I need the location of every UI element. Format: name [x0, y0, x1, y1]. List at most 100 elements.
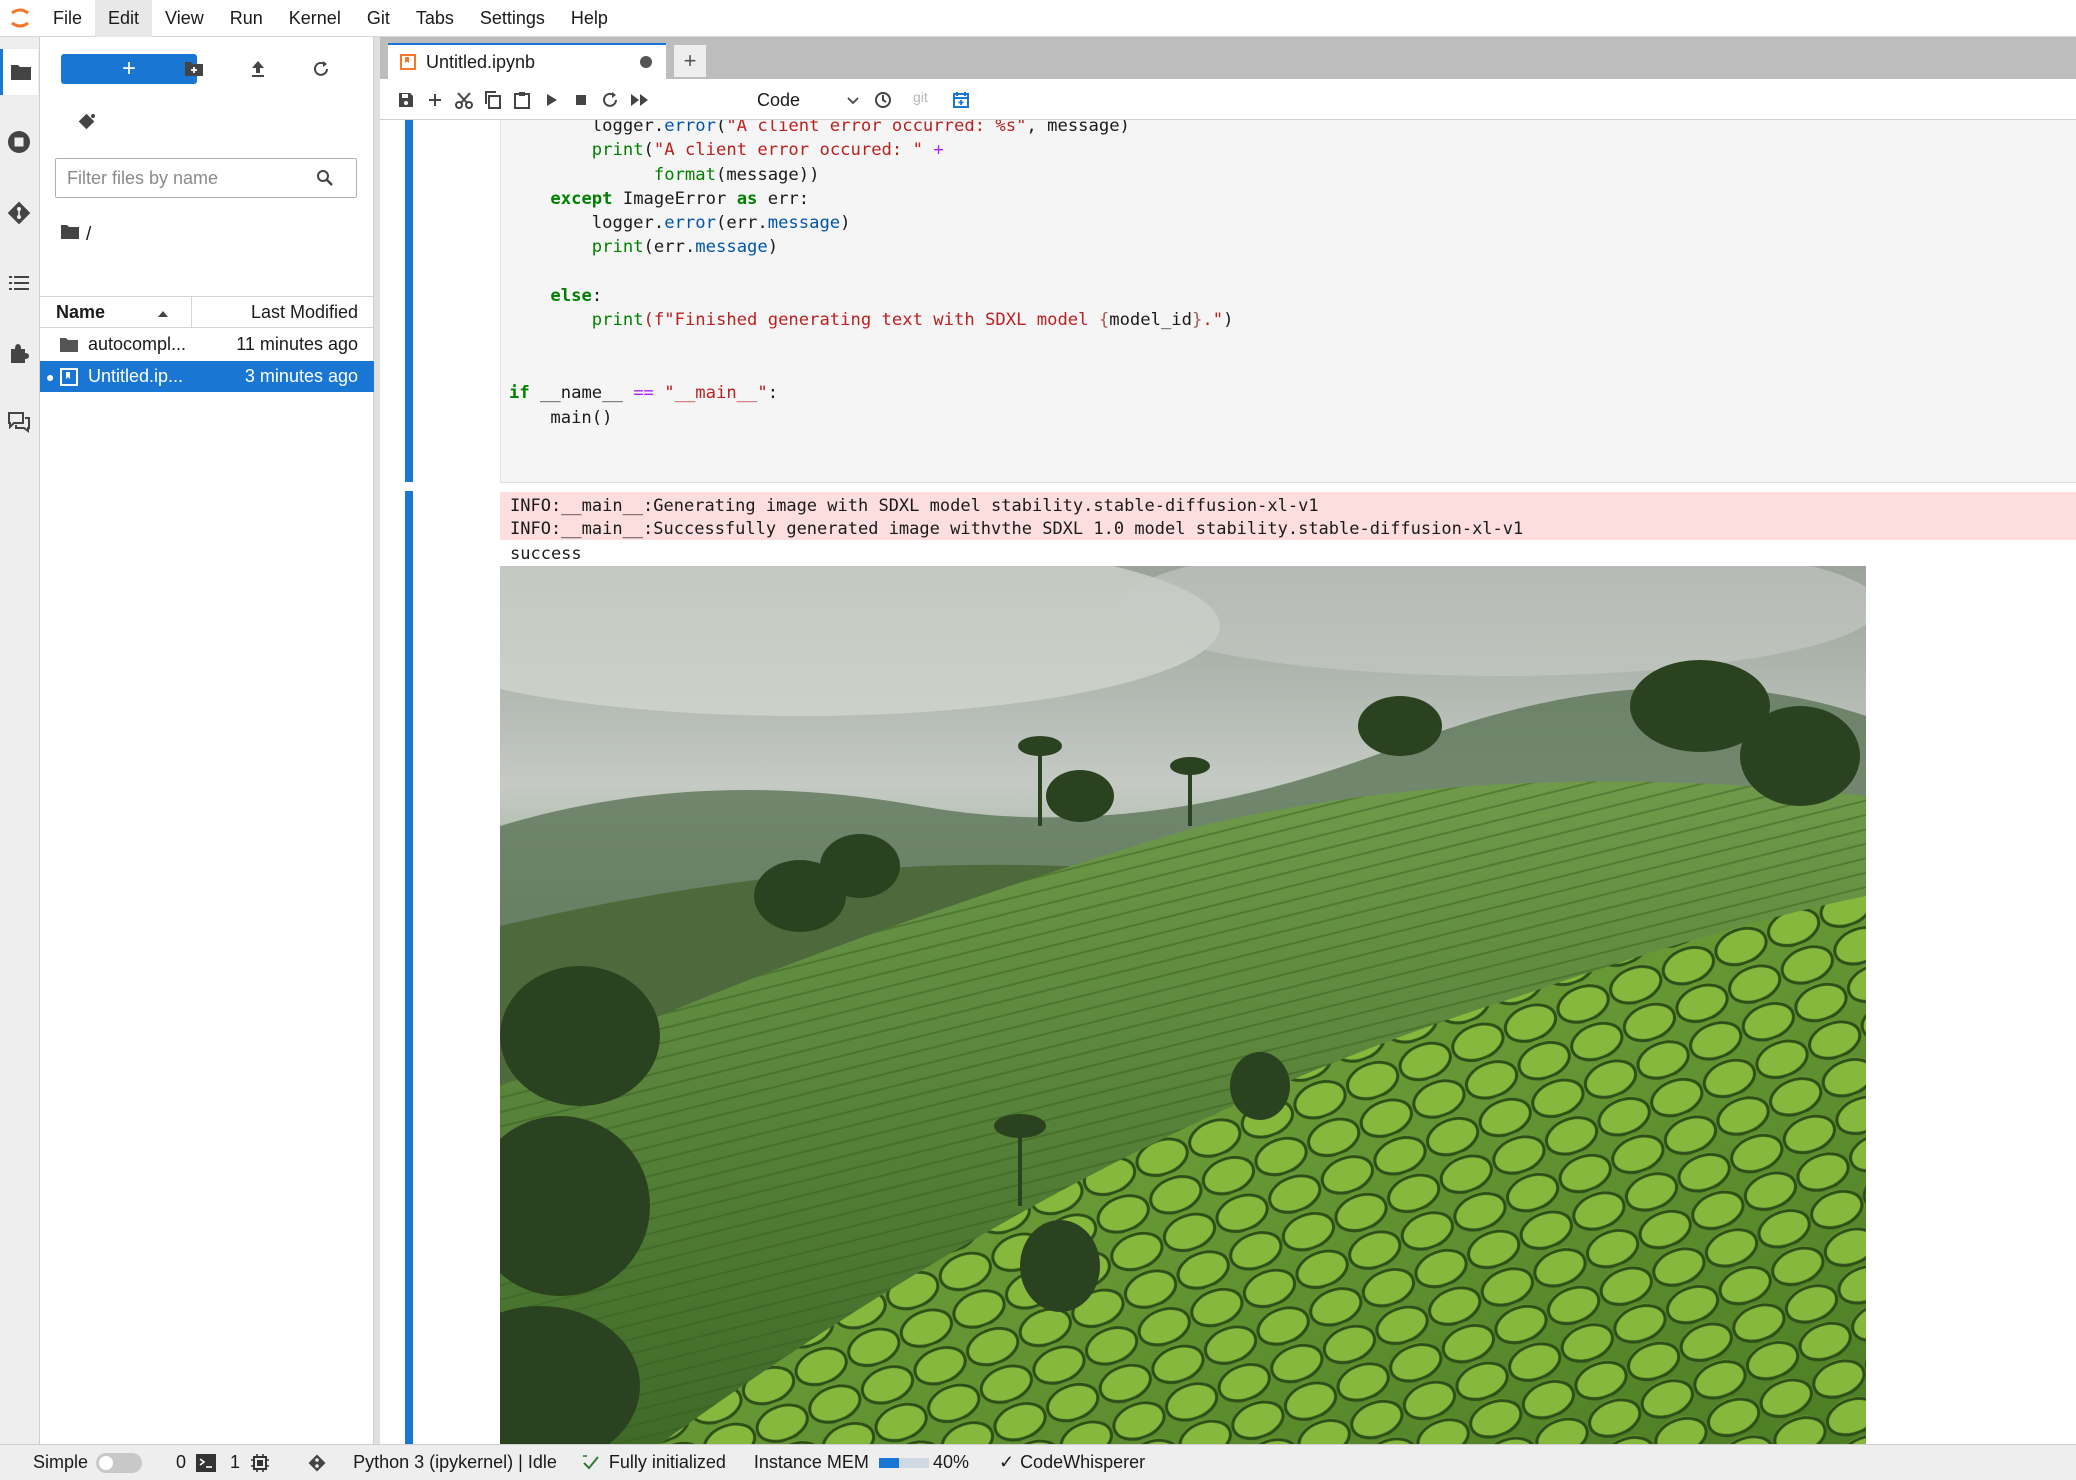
- simple-mode-toggle[interactable]: Simple: [33, 1452, 143, 1473]
- tab-untitled-notebook[interactable]: Untitled.ipynb: [388, 43, 666, 79]
- running-sessions-icon[interactable]: [0, 119, 38, 165]
- stderr-text: INFO:__main__:Generating image with SDXL…: [510, 496, 1524, 539]
- interrupt-kernel-icon[interactable]: [566, 85, 596, 115]
- git-branch-icon[interactable]: [306, 1452, 328, 1474]
- menu-tabs[interactable]: Tabs: [403, 0, 467, 37]
- chevron-down-icon: [846, 90, 860, 111]
- cell-type-dropdown[interactable]: Code: [748, 85, 860, 115]
- document-tab-bar: Untitled.ipynb +: [380, 37, 2076, 79]
- code-line[interactable]: logger.error(err.message): [509, 211, 1233, 235]
- clock-icon[interactable]: [868, 85, 898, 115]
- code-token: (err.: [643, 237, 696, 258]
- code-line[interactable]: print(err.message): [509, 235, 1233, 259]
- git-diff-label[interactable]: git: [913, 89, 928, 105]
- breadcrumb-root[interactable]: /: [86, 224, 91, 246]
- file-modified: 11 minutes ago: [236, 334, 358, 354]
- code-token: else: [550, 286, 592, 307]
- file-row[interactable]: autocompl... 11 minutes ago: [40, 329, 374, 360]
- extensions-puzzle-icon[interactable]: [0, 330, 38, 376]
- running-dot-icon: ●: [46, 368, 55, 385]
- menu-run[interactable]: Run: [217, 0, 276, 37]
- code-cell-editor[interactable]: logger. error ("A client error occurred: %…: [500, 120, 2076, 483]
- home-folder-icon[interactable]: [60, 224, 80, 246]
- schedule-calendar-icon[interactable]: [946, 85, 976, 115]
- code-token: __name__: [529, 383, 634, 404]
- table-of-contents-icon[interactable]: [0, 260, 38, 306]
- code-token: +: [933, 140, 944, 161]
- sort-ascending-icon: [157, 297, 169, 327]
- name-column-header[interactable]: Name: [40, 297, 192, 327]
- code-content[interactable]: logger. error ("A client error occurred: %…: [509, 120, 1233, 430]
- code-line[interactable]: else:: [509, 284, 1233, 308]
- code-line[interactable]: [509, 260, 1233, 284]
- code-line[interactable]: format(message)): [509, 163, 1233, 187]
- menu-view[interactable]: View: [152, 0, 217, 37]
- code-line[interactable]: logger.error("A client error occurred: %…: [509, 120, 1233, 138]
- simple-mode-label: Simple: [33, 1452, 89, 1472]
- menu-help[interactable]: Help: [558, 0, 621, 37]
- code-token: "A client error occurred: %s": [726, 120, 1027, 136]
- code-line[interactable]: if __name__ == "__main__":: [509, 381, 1233, 405]
- insert-cell-icon[interactable]: [420, 85, 450, 115]
- run-cell-icon[interactable]: [537, 85, 567, 115]
- save-icon[interactable]: [391, 85, 421, 115]
- code-token: "__main__": [664, 383, 768, 404]
- code-token: (: [715, 120, 727, 136]
- code-token: logger.: [509, 120, 665, 136]
- copy-icon[interactable]: [478, 85, 508, 115]
- upload-icon[interactable]: [241, 54, 275, 84]
- git-icon[interactable]: [0, 190, 38, 236]
- git-clone-icon[interactable]: [70, 105, 104, 139]
- name-column-label: Name: [56, 302, 106, 322]
- code-line[interactable]: [509, 357, 1233, 381]
- code-line[interactable]: main(): [509, 406, 1233, 430]
- filter-files-field[interactable]: [55, 158, 357, 198]
- code-line[interactable]: print("A client error occured: " +: [509, 138, 1233, 162]
- memory-bar-fill: [878, 1457, 899, 1468]
- filter-files-input[interactable]: [56, 167, 316, 189]
- lsp-status-text: Fully initialized: [608, 1452, 726, 1472]
- menu-bar: File Edit View Run Kernel Git Tabs Setti…: [0, 0, 2076, 37]
- terminals-count[interactable]: 0: [176, 1452, 217, 1473]
- kernel-status[interactable]: Python 3 (ipykernel) | Idle: [353, 1452, 557, 1473]
- menu-kernel[interactable]: Kernel: [276, 0, 354, 37]
- toggle-switch[interactable]: [96, 1452, 143, 1473]
- menu-git[interactable]: Git: [354, 0, 403, 37]
- terminals-count-value: 0: [176, 1452, 187, 1472]
- code-token: :: [591, 286, 603, 307]
- code-token: error: [664, 213, 716, 234]
- plus-icon: +: [683, 48, 697, 73]
- status-bar: Simple 0 1 Python 3 (ipykernel) | Idle F…: [0, 1444, 2076, 1480]
- new-tab-button[interactable]: +: [674, 45, 706, 77]
- file-browser-panel: + / Name Last Modified: [40, 37, 374, 1444]
- file-row[interactable]: ● Untitled.ip... 3 minutes ago: [40, 361, 374, 392]
- code-line[interactable]: except ImageError as err:: [509, 187, 1233, 211]
- code-line[interactable]: print(f"Finished generating text with SD…: [509, 308, 1234, 332]
- restart-kernel-icon[interactable]: [595, 85, 625, 115]
- new-folder-icon[interactable]: [177, 54, 211, 84]
- paste-icon[interactable]: [507, 85, 537, 115]
- memory-usage: Instance MEM 40%: [754, 1452, 969, 1473]
- kernels-count[interactable]: 1: [230, 1452, 270, 1473]
- last-modified-column-header[interactable]: Last Modified: [192, 302, 374, 323]
- codewhisperer-status[interactable]: ✓ CodeWhisperer: [999, 1452, 1145, 1473]
- active-cell-indicator[interactable]: [405, 120, 413, 482]
- refresh-icon[interactable]: [304, 54, 338, 84]
- file-browser-folder-icon[interactable]: [0, 49, 38, 95]
- menu-file[interactable]: File: [40, 0, 95, 37]
- cut-icon[interactable]: [449, 85, 479, 115]
- chat-icon[interactable]: [0, 399, 38, 445]
- restart-run-all-icon[interactable]: [625, 85, 655, 115]
- menu-settings[interactable]: Settings: [467, 0, 558, 37]
- lsp-status[interactable]: Fully initialized: [581, 1452, 726, 1473]
- code-line[interactable]: [509, 333, 1233, 357]
- unsaved-dot-icon[interactable]: [640, 56, 652, 68]
- menu-edit[interactable]: Edit: [95, 0, 153, 37]
- code-token: }: [1192, 310, 1203, 331]
- breadcrumb[interactable]: /: [60, 223, 91, 247]
- output-collapser[interactable]: [405, 491, 413, 1444]
